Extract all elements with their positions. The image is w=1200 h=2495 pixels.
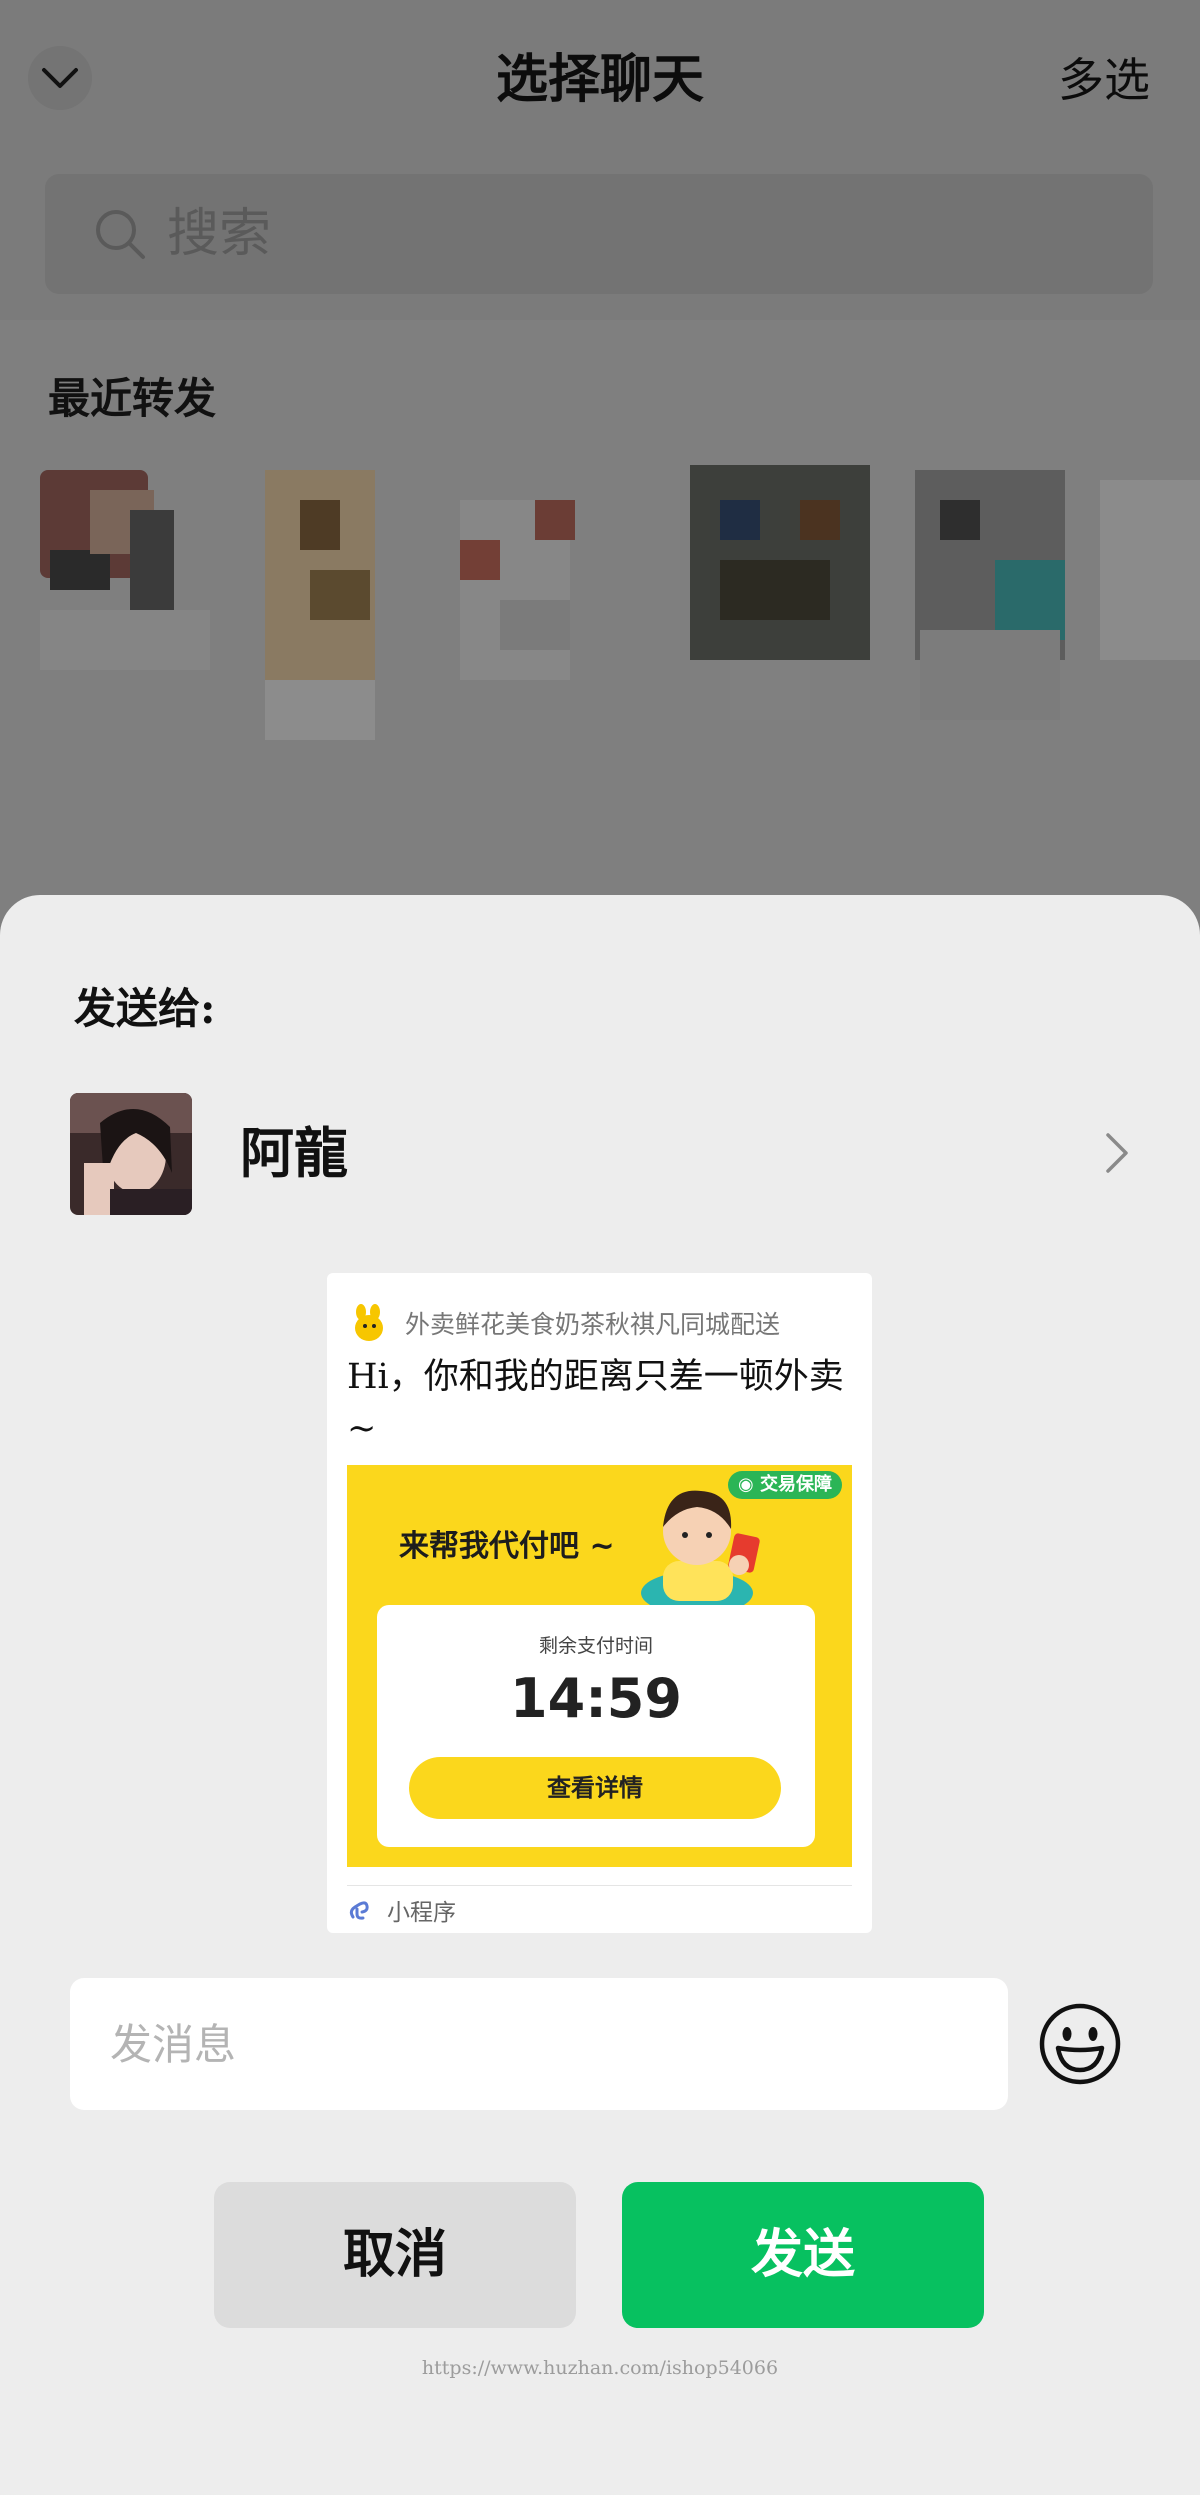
search-placeholder: 搜索 [167, 204, 272, 264]
chevron-right-icon [1106, 1133, 1128, 1173]
promo-image: ◉ 交易保障 来帮我代付吧 ~ 剩余支付时间 14:59 查看详情 [347, 1465, 852, 1867]
multi-select-button[interactable]: 多选 [1058, 40, 1150, 120]
app-logo-icon [355, 1304, 383, 1341]
message-input[interactable] [70, 1978, 1008, 2110]
card-divider [347, 1885, 852, 1886]
card-footer: 小程序 [347, 1893, 456, 1927]
delivery-person-illustration [641, 1490, 760, 1605]
watermark-text: https://www.huzhan.com/ishop54066 [421, 2357, 779, 2379]
recipient-name: 阿龍 [240, 1121, 348, 1185]
recipient-row[interactable]: 阿龍 [70, 1093, 1130, 1217]
mini-program-icon [349, 1901, 369, 1920]
promo-headline: 来帮我代付吧 ~ [399, 1529, 615, 1564]
card-app-header: 外卖鲜花美食奶茶秋祺凡同城配送 [351, 1303, 780, 1343]
avatar [70, 1093, 192, 1215]
recent-forward-label: 最近转发 [48, 374, 217, 423]
send-button[interactable]: 发送 [622, 2182, 984, 2328]
view-details-button: 查看详情 [409, 1757, 781, 1819]
search-icon [96, 210, 145, 259]
emoji-icon[interactable] [1038, 2002, 1122, 2086]
mini-program-card[interactable]: 外卖鲜花美食奶茶秋祺凡同城配送 Hi，你和我的距离只差一顿外卖~ ◉ 交易保障 … [327, 1273, 872, 1933]
countdown-timer: 14:59 [510, 1667, 682, 1730]
search-bar[interactable]: 搜索 [45, 174, 1153, 294]
mini-program-label: 小程序 [387, 1900, 456, 1926]
cancel-button[interactable]: 取消 [214, 2182, 576, 2328]
card-app-name: 外卖鲜花美食奶茶秋祺凡同城配送 [405, 1310, 781, 1339]
payment-panel: 剩余支付时间 14:59 查看详情 [377, 1605, 815, 1847]
recent-contacts-blurred [40, 450, 1200, 780]
card-message: Hi，你和我的距离只差一顿外卖~ [347, 1357, 844, 1449]
send-sheet: 发送给: 阿龍 外卖鲜花美食奶茶秋祺凡同城配送 Hi，你和我的距离只差一顿外卖~… [0, 895, 1200, 2495]
remaining-time-label: 剩余支付时间 [538, 1635, 653, 1657]
send-to-label: 发送给: [74, 984, 216, 1033]
page-title: 选择聊天 [495, 49, 704, 110]
